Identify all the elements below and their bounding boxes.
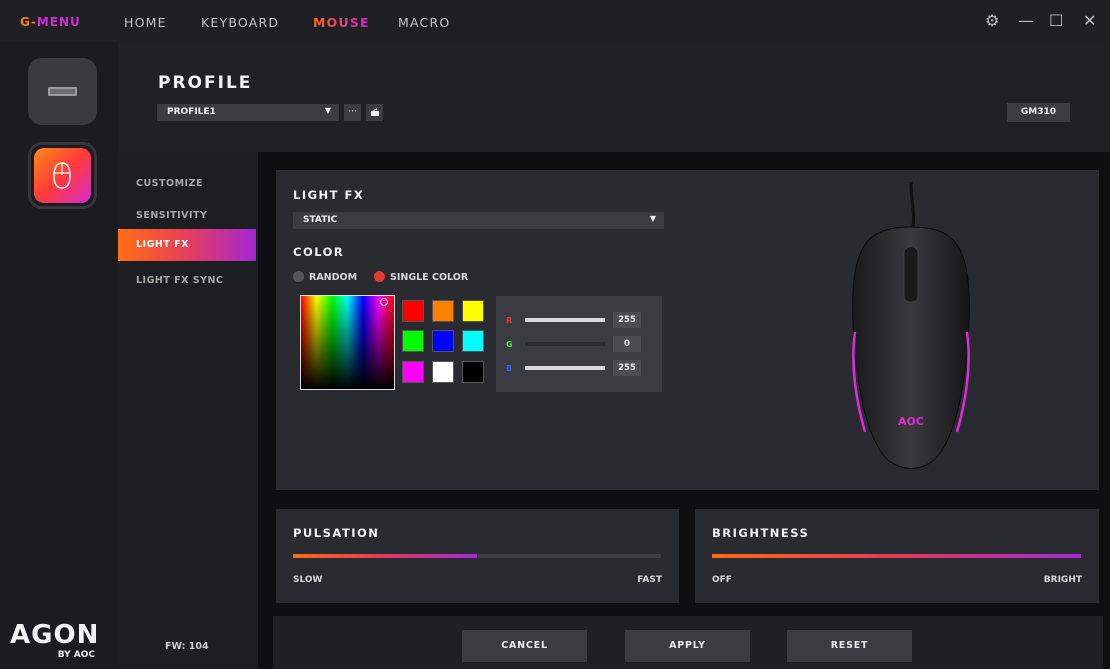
brand-prefix: G- [20, 15, 37, 29]
menu-item-light-fx[interactable]: LIGHT FX [118, 229, 256, 261]
menu-item-light-fx-sync[interactable]: LIGHT FX SYNC [118, 265, 256, 297]
agon-logo: AGON BY AOC [10, 620, 105, 665]
radio-random-label: RANDOM [309, 272, 358, 283]
pulsation-min-label: SLOW [293, 575, 323, 585]
profile-title: PROFILE [158, 73, 253, 93]
mouse-preview-image: AOC [852, 182, 970, 469]
blue-slider[interactable] [525, 366, 605, 370]
light-fx-mode-dropdown[interactable]: STATIC ▼ [293, 212, 664, 229]
profile-dropdown[interactable]: PROFILE1 ▼ [157, 104, 339, 121]
color-title: COLOR [293, 245, 345, 259]
rgb-sliders-box: R 255 G 0 B 255 [496, 296, 662, 392]
radio-dot-selected-icon [374, 271, 385, 282]
radio-random[interactable]: RANDOM [293, 271, 357, 283]
pulsation-max-label: FAST [637, 575, 662, 585]
close-icon[interactable]: ✕ [1083, 11, 1096, 30]
tab-mouse[interactable]: MOUSE [313, 15, 370, 30]
keyboard-device-button[interactable] [28, 58, 97, 125]
red-slider[interactable] [525, 318, 605, 322]
rgb-r-label: R [506, 316, 513, 325]
radio-dot-icon [293, 271, 304, 282]
brightness-slider-fill [712, 554, 1081, 558]
swatch-yellow[interactable] [462, 300, 484, 322]
brightness-panel: BRIGHTNESS OFF BRIGHT [695, 509, 1099, 603]
tab-home[interactable]: HOME [124, 15, 167, 30]
swatch-black[interactable] [462, 361, 484, 383]
gmenu-app: G-MENU HOME KEYBOARD MOUSE MACRO ⚙ — ☐ ✕… [0, 0, 1110, 669]
swatch-blue[interactable] [432, 330, 454, 352]
reset-button[interactable]: RESET [787, 630, 912, 662]
rgb-g-label: G [506, 340, 513, 349]
radio-single-label: SINGLE COLOR [390, 272, 469, 283]
pulsation-slider-fill [293, 554, 477, 558]
model-badge: GM310 [1007, 103, 1070, 122]
mouse-device-button[interactable] [28, 142, 97, 209]
blue-slider-fill [525, 366, 605, 370]
keyboard-icon [48, 87, 77, 96]
main-content: LIGHT FX STATIC ▼ COLOR RANDOM SINGLE CO… [258, 152, 1110, 669]
export-icon [371, 108, 379, 116]
tab-macro[interactable]: MACRO [398, 15, 450, 30]
footer-bar: CANCEL APPLY RESET [273, 616, 1103, 669]
color-picker-spectrum[interactable] [300, 295, 395, 390]
brightness-max-label: BRIGHT [1043, 575, 1082, 585]
menu-item-customize[interactable]: CUSTOMIZE [118, 168, 256, 200]
blue-value[interactable]: 255 [613, 360, 641, 376]
apply-button[interactable]: APPLY [625, 630, 750, 662]
light-fx-panel: LIGHT FX STATIC ▼ COLOR RANDOM SINGLE CO… [276, 170, 1099, 490]
brightness-min-label: OFF [712, 575, 732, 585]
rgb-b-label: B [506, 364, 513, 373]
light-fx-title: LIGHT FX [293, 188, 365, 202]
pulsation-title: PULSATION [293, 526, 380, 540]
mouse-device-icon [53, 162, 71, 189]
minimize-icon[interactable]: — [1018, 11, 1034, 30]
mouse-aoc-logo: AOC [898, 415, 924, 428]
maximize-icon[interactable]: ☐ [1049, 11, 1063, 30]
side-menu: CUSTOMIZE SENSITIVITY LIGHT FX LIGHT FX … [118, 152, 258, 669]
light-fx-mode-value: STATIC [303, 215, 338, 225]
swatch-red[interactable] [402, 300, 424, 322]
swatch-cyan[interactable] [462, 330, 484, 352]
app-brand: G-MENU [20, 15, 81, 29]
pulsation-slider[interactable] [293, 554, 661, 558]
aoc-logo-text: BY AOC [57, 650, 95, 660]
agon-logo-text: AGON [10, 620, 100, 650]
profile-selected-value: PROFILE1 [167, 107, 216, 117]
color-picker-handle[interactable] [380, 298, 388, 306]
pulsation-panel: PULSATION SLOW FAST [276, 509, 679, 603]
swatch-white[interactable] [432, 361, 454, 383]
menu-item-sensitivity[interactable]: SENSITIVITY [118, 200, 256, 232]
green-slider[interactable] [525, 342, 605, 346]
swatch-magenta[interactable] [402, 361, 424, 383]
swatch-orange[interactable] [432, 300, 454, 322]
brightness-title: BRIGHTNESS [712, 526, 810, 540]
chevron-down-icon: ▼ [324, 106, 331, 115]
red-value[interactable]: 255 [613, 312, 641, 328]
brand-suffix: MENU [36, 15, 81, 29]
profile-more-button[interactable]: ··· [344, 104, 361, 121]
radio-single-color[interactable]: SINGLE COLOR [374, 271, 468, 283]
red-slider-fill [525, 318, 605, 322]
profile-export-button[interactable] [366, 104, 383, 121]
tab-keyboard[interactable]: KEYBOARD [201, 15, 279, 30]
brightness-slider[interactable] [712, 554, 1081, 558]
green-value[interactable]: 0 [613, 336, 641, 352]
chevron-down-icon: ▼ [649, 214, 656, 223]
top-bar: G-MENU HOME KEYBOARD MOUSE MACRO ⚙ — ☐ ✕ [0, 0, 1110, 42]
cancel-button[interactable]: CANCEL [462, 630, 587, 662]
profile-header: PROFILE PROFILE1 ▼ ··· GM310 [118, 42, 1110, 152]
settings-gear-icon[interactable]: ⚙ [985, 11, 999, 30]
device-rail [0, 42, 118, 669]
firmware-version: FW: 104 [165, 641, 209, 652]
swatch-green[interactable] [402, 330, 424, 352]
